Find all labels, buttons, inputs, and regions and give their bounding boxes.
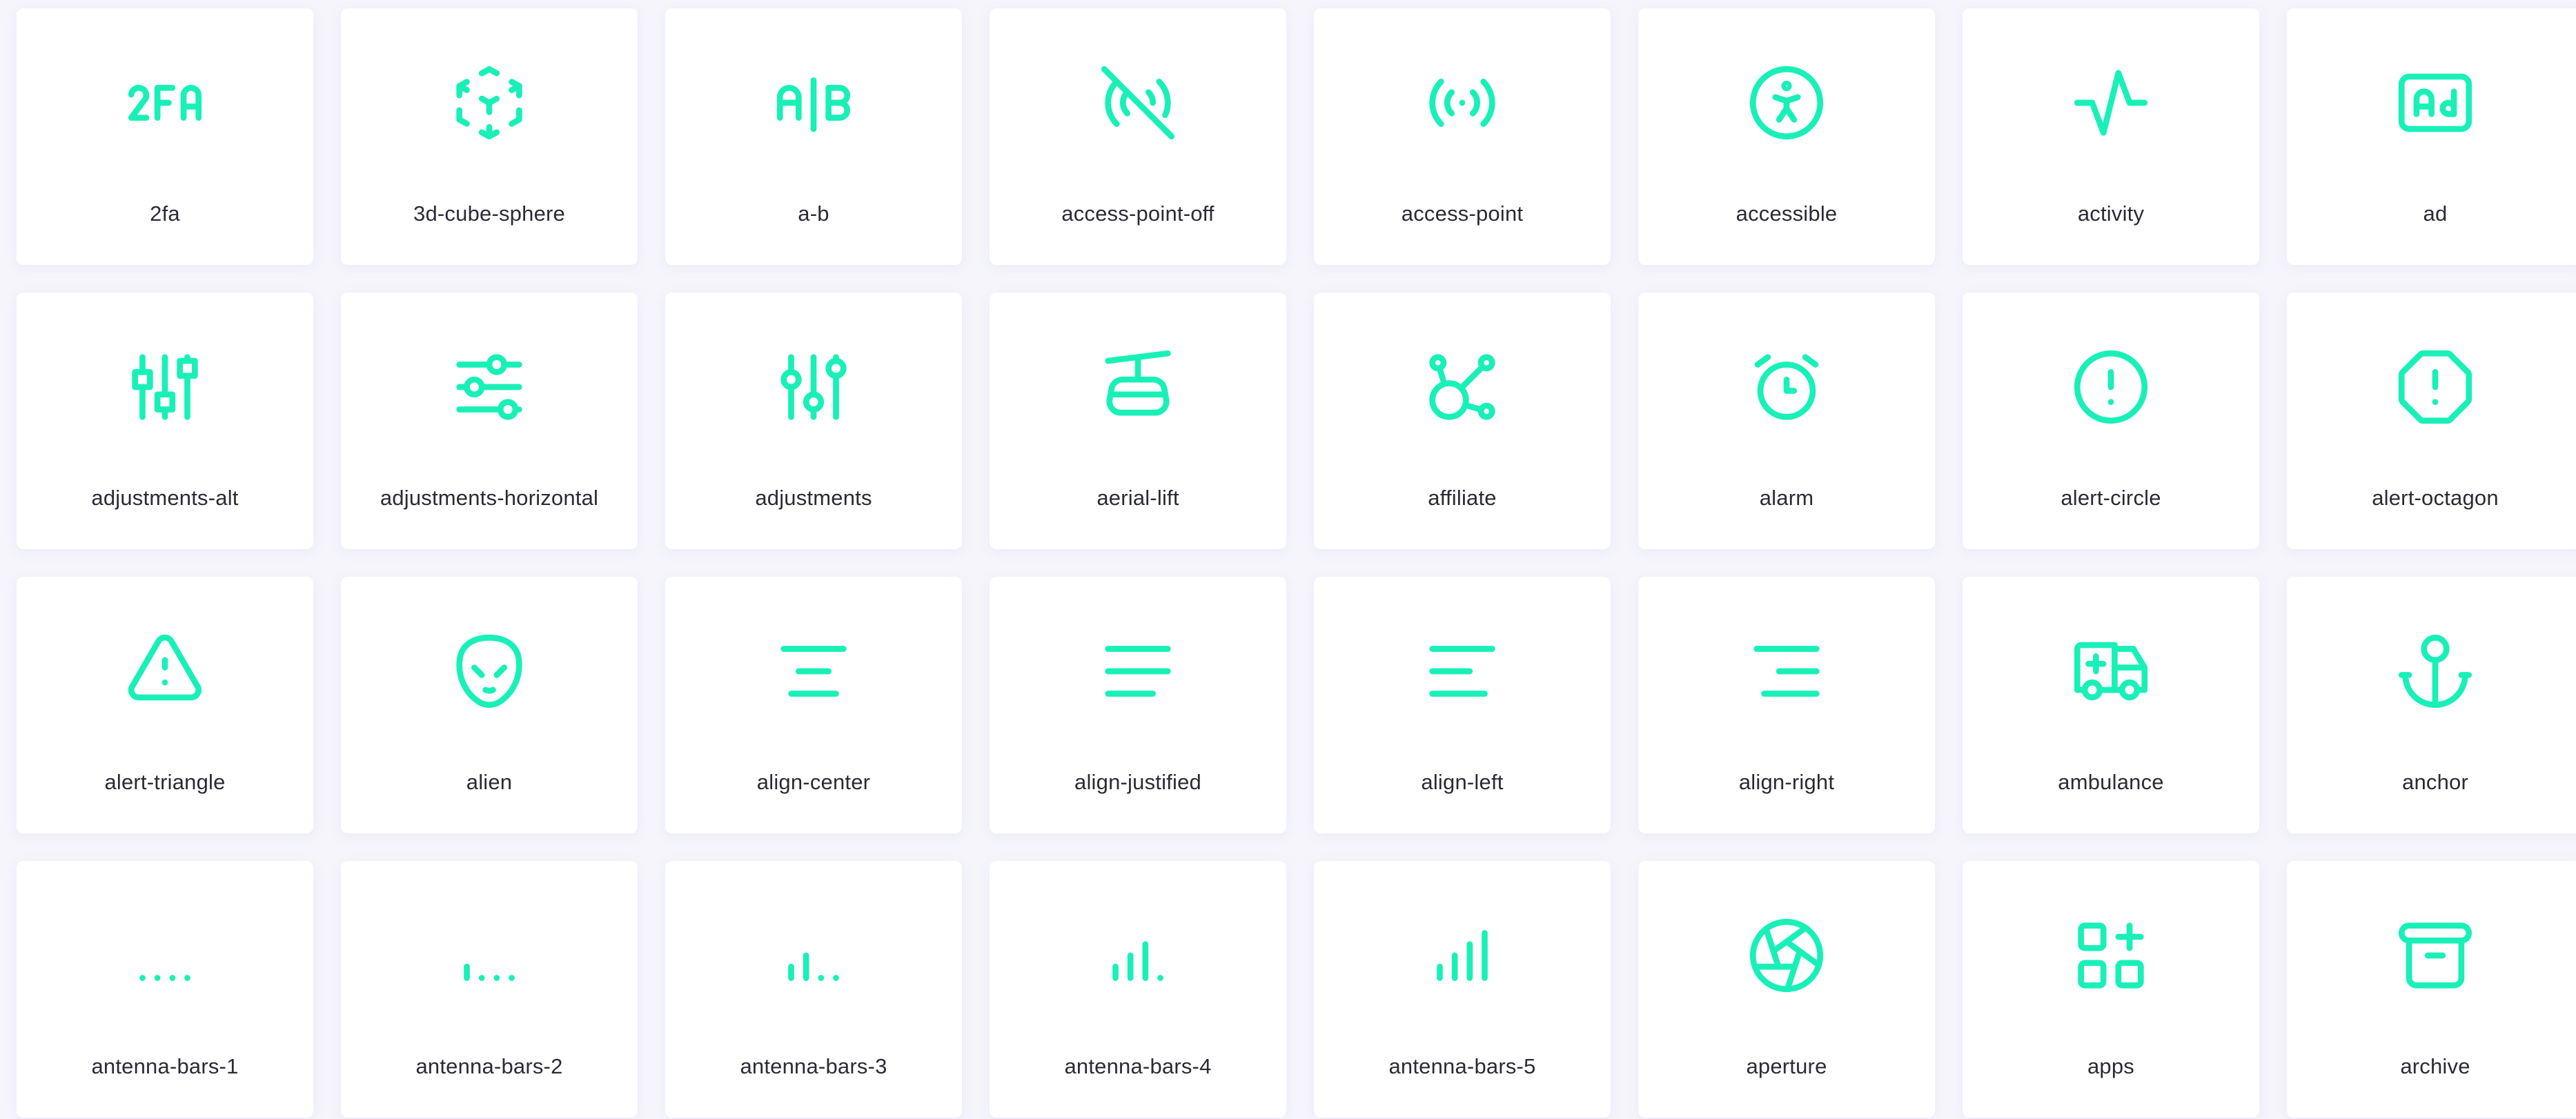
icon-card-activity[interactable]: activity xyxy=(1963,8,2259,265)
icon-label: 2fa xyxy=(150,201,180,226)
icon-card-align-center[interactable]: align-center xyxy=(665,577,962,833)
icon-label: align-left xyxy=(1421,770,1504,794)
icon-label: align-justified xyxy=(1074,770,1201,794)
icon-card-affiliate[interactable]: affiliate xyxy=(1314,293,1611,549)
alert-triangle-icon xyxy=(120,626,210,716)
icon-label: antenna-bars-4 xyxy=(1064,1054,1212,1078)
2fa-icon xyxy=(120,58,210,148)
icon-card-archive[interactable]: archive xyxy=(2287,861,2576,1118)
icon-card-access-point-off[interactable]: access-point-off xyxy=(990,8,1286,265)
icon-label: access-point-off xyxy=(1061,201,1215,226)
icon-card-align-right[interactable]: align-right xyxy=(1638,577,1935,833)
icon-label: affiliate xyxy=(1428,486,1497,510)
icon-label: alarm xyxy=(1759,486,1814,510)
icon-label: archive xyxy=(2400,1054,2470,1078)
align-justified-icon xyxy=(1093,626,1183,716)
icon-label: a-b xyxy=(798,201,829,226)
icon-card-alert-circle[interactable]: alert-circle xyxy=(1963,293,2259,549)
icon-label: aperture xyxy=(1746,1054,1827,1078)
antenna-bars-3-icon xyxy=(769,911,858,1000)
icon-label: ambulance xyxy=(2058,770,2164,794)
archive-icon xyxy=(2390,911,2480,1000)
icon-label: antenna-bars-2 xyxy=(415,1054,563,1078)
activity-icon xyxy=(2066,58,2156,148)
align-left-icon xyxy=(1417,626,1507,716)
icon-card-adjustments[interactable]: adjustments xyxy=(665,293,962,549)
icon-card-antenna-bars-2[interactable]: antenna-bars-2 xyxy=(341,861,638,1118)
icon-card-alert-octagon[interactable]: alert-octagon xyxy=(2287,293,2576,549)
icon-card-a-b[interactable]: a-b xyxy=(665,8,962,265)
icon-label: align-center xyxy=(756,770,871,794)
icon-card-accessible[interactable]: accessible xyxy=(1638,8,1935,265)
icon-card-adjustments-alt[interactable]: adjustments-alt xyxy=(17,293,313,549)
accessible-icon xyxy=(1742,58,1831,148)
icon-card-anchor[interactable]: anchor xyxy=(2287,577,2576,833)
icon-label: adjustments-alt xyxy=(91,486,239,510)
icon-card-access-point[interactable]: access-point xyxy=(1314,8,1611,265)
alert-circle-icon xyxy=(2066,342,2156,432)
alarm-icon xyxy=(1742,342,1831,432)
icon-label: anchor xyxy=(2402,770,2468,794)
icon-card-aperture[interactable]: aperture xyxy=(1638,861,1935,1118)
icon-card-aerial-lift[interactable]: aerial-lift xyxy=(990,293,1286,549)
icon-label: 3d-cube-sphere xyxy=(413,201,565,226)
icon-card-align-left[interactable]: align-left xyxy=(1314,577,1611,833)
icon-label: aerial-lift xyxy=(1097,486,1179,510)
adjustments-alt-icon xyxy=(120,342,210,432)
icon-label: access-point xyxy=(1401,201,1524,226)
aperture-icon xyxy=(1742,911,1831,1000)
icon-card-apps[interactable]: apps xyxy=(1963,861,2259,1118)
antenna-bars-1-icon xyxy=(120,911,210,1000)
icon-label: ad xyxy=(2423,201,2448,226)
antenna-bars-2-icon xyxy=(444,911,534,1000)
aerial-lift-icon xyxy=(1093,342,1183,432)
ad-icon xyxy=(2390,58,2480,148)
icon-card-antenna-bars-3[interactable]: antenna-bars-3 xyxy=(665,861,962,1118)
icon-label: align-right xyxy=(1738,770,1835,794)
icon-label: antenna-bars-3 xyxy=(740,1054,887,1078)
icon-label: adjustments-horizontal xyxy=(380,486,599,510)
ambulance-icon xyxy=(2066,626,2156,716)
icon-label: accessible xyxy=(1736,201,1838,226)
icon-label: alien xyxy=(466,770,513,794)
icon-card-3d-cube-sphere[interactable]: 3d-cube-sphere xyxy=(341,8,638,265)
a-b-icon xyxy=(769,58,858,148)
icon-card-adjustments-horizontal[interactable]: adjustments-horizontal xyxy=(341,293,638,549)
icon-label: alert-triangle xyxy=(104,770,226,794)
anchor-icon xyxy=(2390,626,2480,716)
icon-label: alert-octagon xyxy=(2372,486,2499,510)
icon-label: alert-circle xyxy=(2061,486,2161,510)
icon-card-ambulance[interactable]: ambulance xyxy=(1963,577,2259,833)
alert-octagon-icon xyxy=(2390,342,2480,432)
icon-label: activity xyxy=(2077,201,2145,226)
antenna-bars-4-icon xyxy=(1093,911,1183,1000)
alien-icon xyxy=(444,626,534,716)
icon-card-antenna-bars-1[interactable]: antenna-bars-1 xyxy=(17,861,313,1118)
icon-card-alien[interactable]: alien xyxy=(341,577,638,833)
3d-cube-sphere-icon xyxy=(444,58,534,148)
icon-card-alert-triangle[interactable]: alert-triangle xyxy=(17,577,313,833)
adjustments-icon xyxy=(769,342,858,432)
apps-icon xyxy=(2066,911,2156,1000)
icon-card-antenna-bars-4[interactable]: antenna-bars-4 xyxy=(990,861,1286,1118)
icon-card-2fa[interactable]: 2fa xyxy=(17,8,313,265)
icon-label: antenna-bars-1 xyxy=(91,1054,239,1078)
icon-grid: 2fa 3d-cube-sphere a-b access-point-off … xyxy=(17,8,2576,1118)
icon-label: adjustments xyxy=(755,486,872,510)
icon-card-align-justified[interactable]: align-justified xyxy=(990,577,1286,833)
icon-card-ad[interactable]: ad xyxy=(2287,8,2576,265)
adjustments-horizontal-icon xyxy=(444,342,534,432)
align-center-icon xyxy=(769,626,858,716)
icon-label: antenna-bars-5 xyxy=(1388,1054,1536,1078)
antenna-bars-5-icon xyxy=(1417,911,1507,1000)
icon-card-antenna-bars-5[interactable]: antenna-bars-5 xyxy=(1314,861,1611,1118)
align-right-icon xyxy=(1742,626,1831,716)
icon-label: apps xyxy=(2087,1054,2135,1078)
access-point-off-icon xyxy=(1093,58,1183,148)
affiliate-icon xyxy=(1417,342,1507,432)
access-point-icon xyxy=(1417,58,1507,148)
icon-card-alarm[interactable]: alarm xyxy=(1638,293,1935,549)
